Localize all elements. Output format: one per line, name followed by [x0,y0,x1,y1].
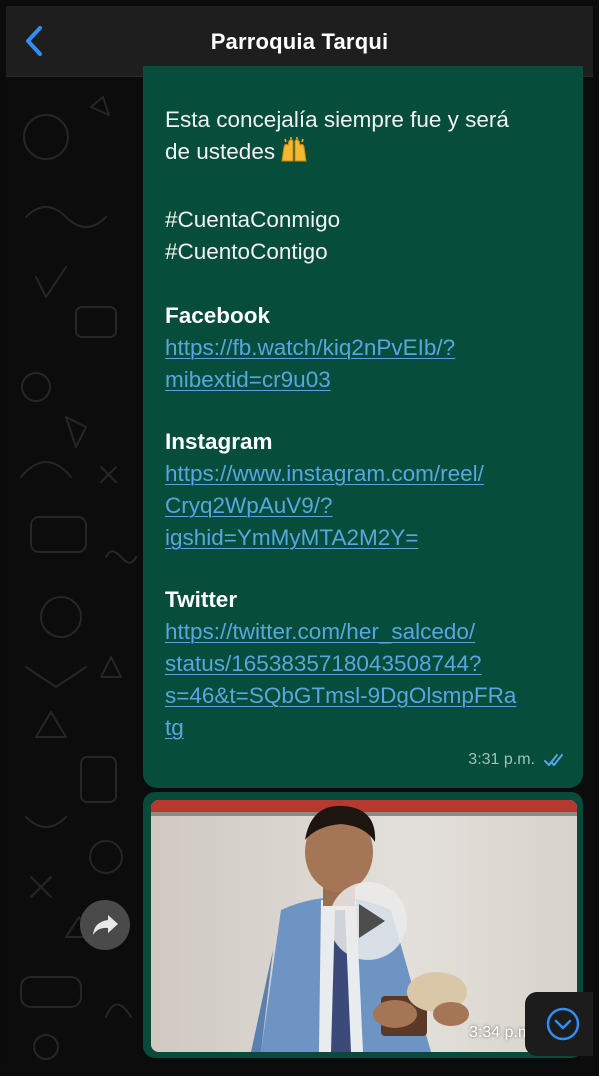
scroll-to-bottom-button[interactable] [525,992,593,1056]
twitter-link[interactable]: https://twitter.com/her_salcedo/ [165,616,565,648]
message-line-with-emoji: de ustedes [165,136,565,172]
message-meta: 3:31 p.m. [468,744,567,776]
instagram-link[interactable]: Cryq2WpAuV9/? [165,490,565,522]
twitter-link[interactable]: s=46&t=SQbGTmsl-9DgOlsmpFRa [165,680,565,712]
message-line: de ustedes [165,139,276,164]
message-bubble[interactable]: Esta concejalía siempre fue y será de us… [143,66,583,788]
facebook-link[interactable]: mibextid=cr9u03 [165,364,565,396]
forward-button[interactable] [80,900,130,950]
message-line: Esta concejalía siempre fue y será [165,107,509,132]
facebook-link[interactable]: https://fb.watch/kiq2nPvEIb/? [165,332,565,364]
instagram-heading: Instagram [165,429,273,454]
chat-screen: Parroquia Tarqui Esta concejalía siempre… [6,6,593,1070]
twitter-link[interactable]: tg [165,712,565,744]
twitter-link[interactable]: status/1653835718043508744? [165,648,565,680]
message-text: Esta concejalía siempre fue y será de us… [165,104,565,744]
instagram-link[interactable]: https://www.instagram.com/reel/ [165,458,565,490]
double-check-read-icon [544,754,563,766]
play-icon [359,904,385,938]
message-time: 3:31 p.m. [468,751,535,768]
twitter-heading: Twitter [165,587,238,612]
video-message-bubble[interactable]: 3:34 p.m. [143,792,583,1058]
video-thumbnail[interactable]: 3:34 p.m. [151,800,577,1052]
facebook-heading: Facebook [165,303,271,328]
chat-title[interactable]: Parroquia Tarqui [6,29,593,55]
instagram-link[interactable]: igshid=YmMyMTA2M2Y= [165,522,565,554]
forward-share-icon [93,915,118,935]
chevron-down-circle-icon [546,1007,580,1041]
hashtag[interactable]: #CuentaConmigo [165,204,565,236]
play-button[interactable] [329,882,407,960]
raising-hands-emoji [279,137,309,172]
hashtag[interactable]: #CuentoContigo [165,236,565,268]
